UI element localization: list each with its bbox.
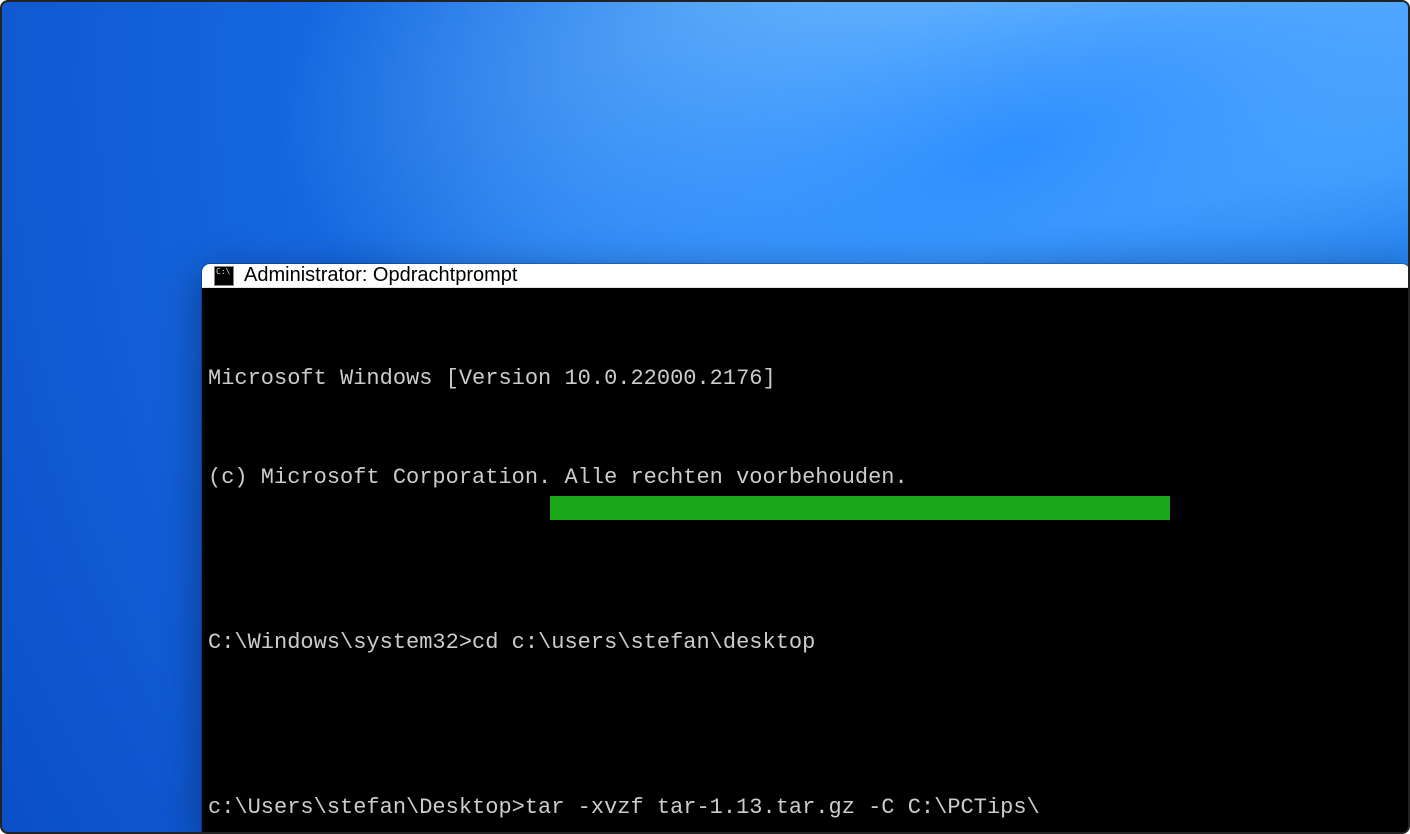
selection-highlight [550,496,1170,520]
terminal-line: C:\Windows\system32>cd c:\users\stefan\d… [208,626,1404,659]
desktop-wallpaper: Administrator: Opdrachtprompt Microsoft … [0,0,1410,834]
window-titlebar[interactable]: Administrator: Opdrachtprompt [202,264,1410,288]
terminal-line: (c) Microsoft Corporation. Alle rechten … [208,461,1404,494]
cmd-icon [214,266,234,286]
command-prompt-window[interactable]: Administrator: Opdrachtprompt Microsoft … [202,264,1410,834]
window-title: Administrator: Opdrachtprompt [244,264,517,287]
terminal-line: Microsoft Windows [Version 10.0.22000.21… [208,362,1404,395]
terminal-line: c:\Users\stefan\Desktop>tar -xvzf tar-1.… [208,791,1404,824]
terminal-output[interactable]: Microsoft Windows [Version 10.0.22000.21… [202,288,1410,834]
